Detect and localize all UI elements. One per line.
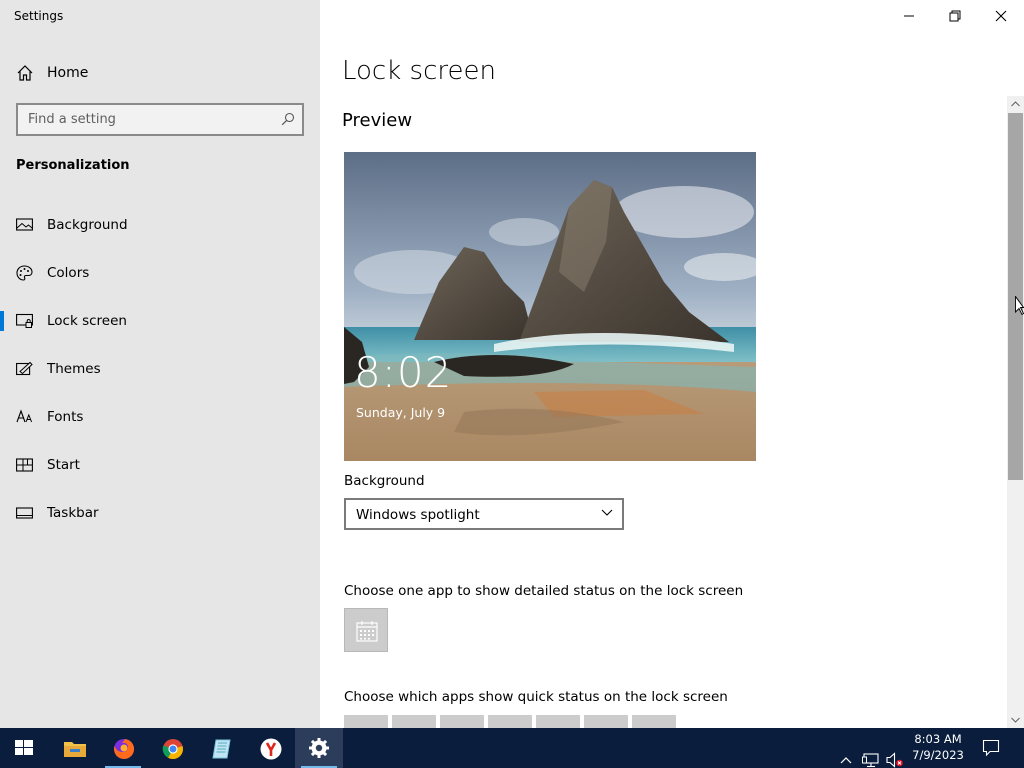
sidebar-item-taskbar[interactable]: Taskbar — [0, 493, 320, 533]
page-title: Lock screen — [342, 56, 496, 86]
preview-clock: 8:02 — [354, 348, 453, 397]
quick-status-app-button[interactable] — [440, 715, 484, 728]
preview-heading: Preview — [342, 110, 413, 131]
search-icon[interactable] — [281, 112, 295, 126]
scrollbar[interactable] — [1007, 96, 1024, 728]
lock-screen-icon — [16, 313, 33, 328]
taskbar-file-explorer[interactable] — [50, 728, 98, 768]
quick-status-app-button[interactable] — [632, 715, 676, 728]
file-explorer-icon — [64, 742, 86, 757]
restore-button[interactable] — [932, 0, 978, 32]
chevron-down-icon — [601, 509, 613, 516]
detailed-status-app-button[interactable] — [344, 608, 388, 652]
quick-status-app-button[interactable] — [344, 715, 388, 728]
app-title: Settings — [14, 9, 64, 23]
taskbar: 8:03 AM 7/9/2023 — [0, 728, 1024, 768]
restore-icon — [949, 10, 961, 22]
action-center-button[interactable] — [970, 728, 1014, 768]
search-input[interactable] — [18, 105, 274, 134]
background-dropdown-value: Windows spotlight — [356, 507, 480, 523]
sidebar-item-label: Fonts — [47, 409, 84, 425]
quick-status-app-button[interactable] — [536, 715, 580, 728]
calendar-icon — [356, 621, 378, 642]
taskbar-icon — [16, 507, 33, 519]
sidebar-item-label: Background — [47, 217, 128, 233]
sidebar-home[interactable]: Home — [0, 56, 320, 90]
taskbar-time: 8:03 AM — [914, 732, 962, 746]
minimize-icon — [904, 15, 914, 17]
taskbar-firefox[interactable] — [99, 728, 147, 768]
start-button[interactable] — [0, 728, 48, 768]
quick-status-app-button[interactable] — [392, 715, 436, 728]
chrome-icon — [162, 739, 183, 760]
taskbar-settings[interactable] — [295, 728, 343, 768]
sidebar-item-label: Lock screen — [47, 313, 127, 329]
sidebar-home-label: Home — [47, 65, 89, 81]
sidebar-item-label: Colors — [47, 265, 90, 281]
scroll-down-arrow-icon[interactable] — [1007, 712, 1024, 728]
taskbar-notepad[interactable] — [197, 728, 245, 768]
close-icon — [995, 10, 1007, 22]
sidebar: Settings Home Personalization Background… — [0, 0, 320, 728]
sidebar-item-themes[interactable]: Themes — [0, 349, 320, 389]
sidebar-item-lock-screen[interactable]: Lock screen — [0, 301, 320, 341]
close-button[interactable] — [978, 0, 1024, 32]
taskbar-date: 7/9/2023 — [912, 748, 964, 762]
sidebar-item-colors[interactable]: Colors — [0, 253, 320, 293]
notepad-icon — [212, 739, 231, 759]
quick-status-app-button[interactable] — [584, 715, 628, 728]
taskbar-yandex[interactable] — [246, 728, 294, 768]
minimize-button[interactable] — [886, 0, 932, 32]
preview-date: Sunday, July 9 — [356, 405, 446, 420]
lock-screen-preview: 8:02 Sunday, July 9 — [344, 152, 756, 461]
background-label: Background — [344, 473, 425, 489]
scroll-up-arrow-icon[interactable] — [1007, 96, 1024, 112]
sidebar-item-fonts[interactable]: Fonts — [0, 397, 320, 437]
firefox-icon — [114, 738, 135, 759]
themes-icon — [16, 361, 33, 376]
start-icon — [16, 458, 33, 472]
volume-muted-icon[interactable] — [886, 740, 904, 768]
sidebar-item-background[interactable]: Background — [0, 205, 320, 245]
picture-icon — [16, 218, 33, 231]
sidebar-item-start[interactable]: Start — [0, 445, 320, 485]
quick-status-label: Choose which apps show quick status on t… — [344, 689, 728, 705]
home-icon — [17, 65, 33, 81]
notification-icon — [982, 739, 1000, 757]
background-dropdown[interactable]: Windows spotlight — [344, 498, 624, 530]
detailed-status-label: Choose one app to show detailed status o… — [344, 583, 744, 599]
show-hidden-icons-chevron-up-icon[interactable] — [840, 740, 852, 768]
taskbar-clock[interactable]: 8:03 AM 7/9/2023 — [908, 731, 968, 763]
palette-icon — [16, 265, 33, 281]
windows-logo-icon — [15, 740, 33, 755]
taskbar-chrome[interactable] — [148, 728, 196, 768]
mouse-cursor-icon — [1015, 296, 1024, 316]
section-title: Personalization — [16, 158, 130, 173]
quick-status-app-button[interactable] — [488, 715, 532, 728]
settings-icon — [309, 738, 329, 758]
sidebar-item-label: Themes — [47, 361, 101, 377]
yandex-icon — [260, 738, 282, 760]
network-icon[interactable] — [862, 740, 880, 768]
sidebar-item-label: Taskbar — [47, 505, 99, 521]
sidebar-item-label: Start — [47, 457, 80, 473]
fonts-icon — [16, 409, 33, 423]
search-box[interactable] — [16, 103, 304, 136]
